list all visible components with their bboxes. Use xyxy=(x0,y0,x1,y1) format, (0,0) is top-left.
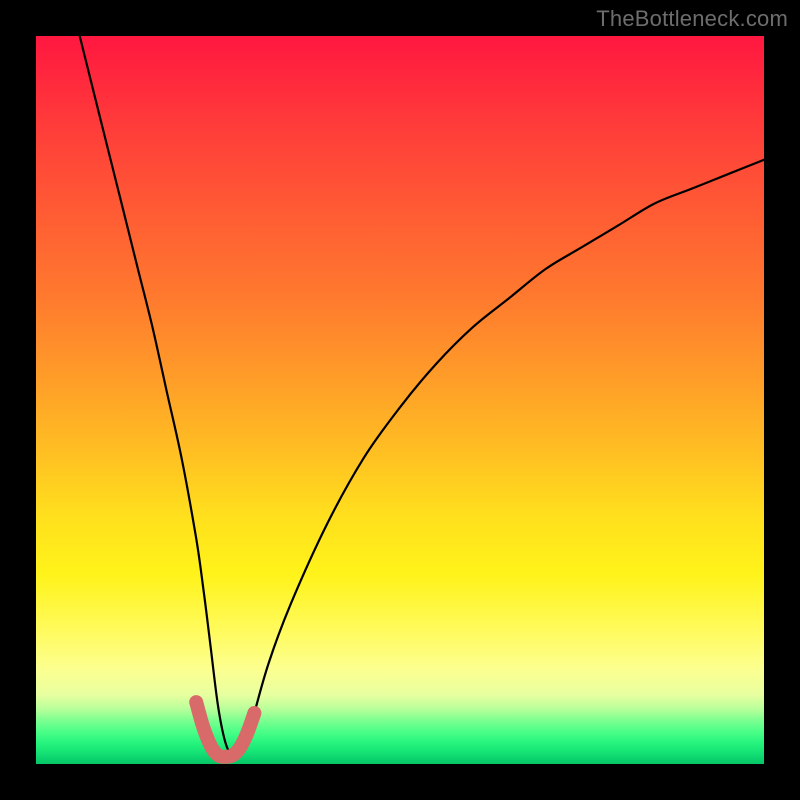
chart-frame: TheBottleneck.com xyxy=(0,0,800,800)
curve-layer xyxy=(36,36,764,764)
bottleneck-curve xyxy=(80,36,764,759)
optimal-band xyxy=(196,702,254,757)
plot-area xyxy=(36,36,764,764)
watermark-text: TheBottleneck.com xyxy=(596,6,788,32)
